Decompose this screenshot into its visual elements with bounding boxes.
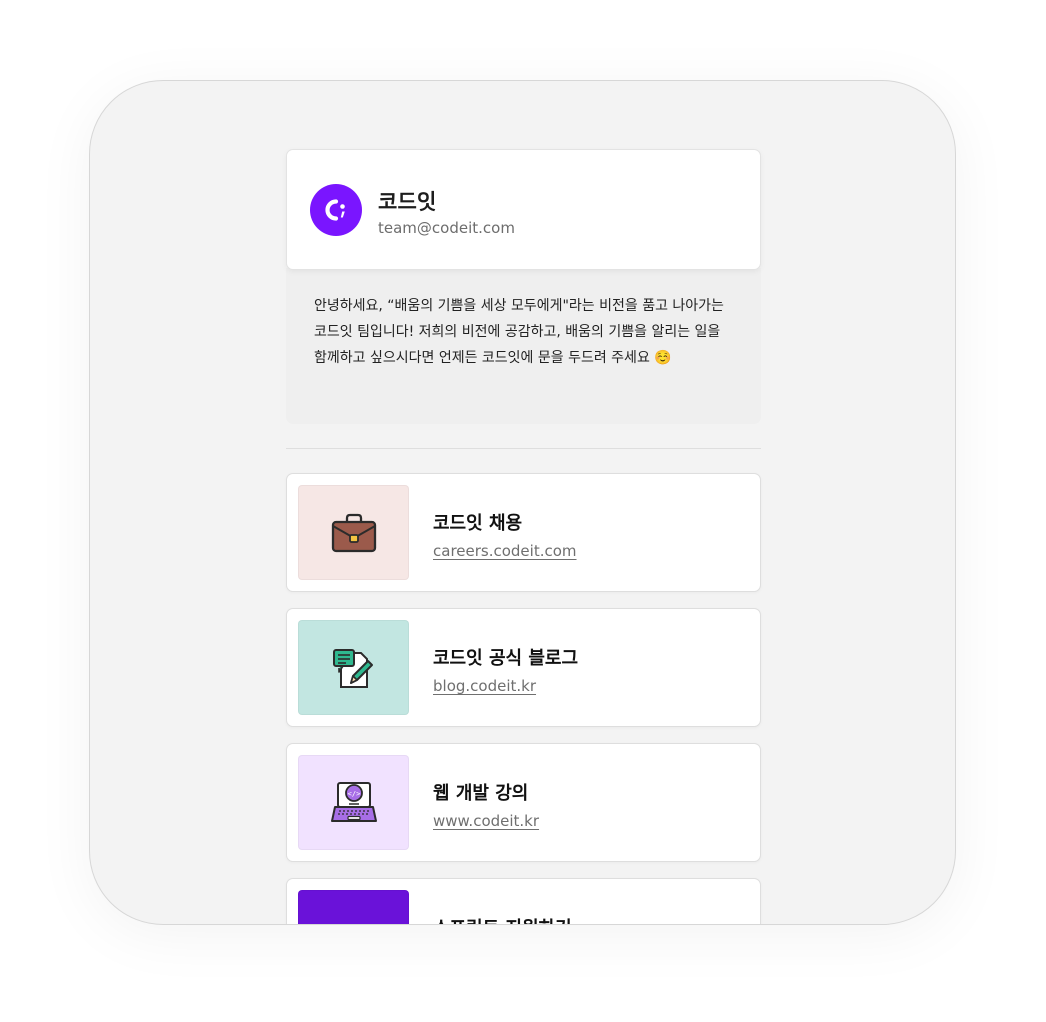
- bio-text: 안녕하세요, “배움의 기쁨을 세상 모두에게"라는 비전을 품고 나아가는 코…: [286, 268, 761, 424]
- codeit-logo-icon: [325, 199, 345, 221]
- link-title: 코드잇 공식 블로그: [433, 648, 579, 669]
- document-edit-icon: [332, 648, 373, 688]
- profile-page: 코드잇 team@codeit.com 안녕하세요, “배움의 기쁨을 세상 모…: [286, 149, 761, 924]
- link-title: 웹 개발 강의: [433, 783, 529, 804]
- svg-text:</>: </>: [347, 790, 360, 798]
- blog-thumbnail: [298, 620, 409, 715]
- divider: [286, 448, 761, 449]
- link-card-sprint[interactable]: 스프린트 지원하기: [286, 878, 761, 924]
- profile-email: team@codeit.com: [378, 219, 515, 237]
- link-card-careers[interactable]: 코드잇 채용 careers.codeit.com: [286, 473, 761, 592]
- link-title: 스프린트 지원하기: [433, 914, 572, 924]
- link-url[interactable]: careers.codeit.com: [433, 542, 577, 560]
- careers-thumbnail: [298, 485, 409, 580]
- sprint-thumbnail: [298, 890, 409, 924]
- device-frame: 코드잇 team@codeit.com 안녕하세요, “배움의 기쁨을 세상 모…: [89, 80, 956, 925]
- codeit-logo-avatar: [310, 184, 362, 236]
- web-course-thumbnail: </>: [298, 755, 409, 850]
- profile-card: 코드잇 team@codeit.com: [286, 149, 761, 270]
- link-url[interactable]: www.codeit.kr: [433, 812, 539, 830]
- link-card-web-course[interactable]: </> 웹 개발 강의 www.codeit.kr: [286, 743, 761, 862]
- link-url[interactable]: blog.codeit.kr: [433, 677, 536, 695]
- briefcase-icon: [331, 513, 376, 552]
- laptop-code-icon: </>: [330, 781, 377, 822]
- link-card-blog[interactable]: 코드잇 공식 블로그 blog.codeit.kr: [286, 608, 761, 727]
- link-title: 코드잇 채용: [433, 513, 523, 534]
- profile-name: 코드잇: [378, 190, 437, 214]
